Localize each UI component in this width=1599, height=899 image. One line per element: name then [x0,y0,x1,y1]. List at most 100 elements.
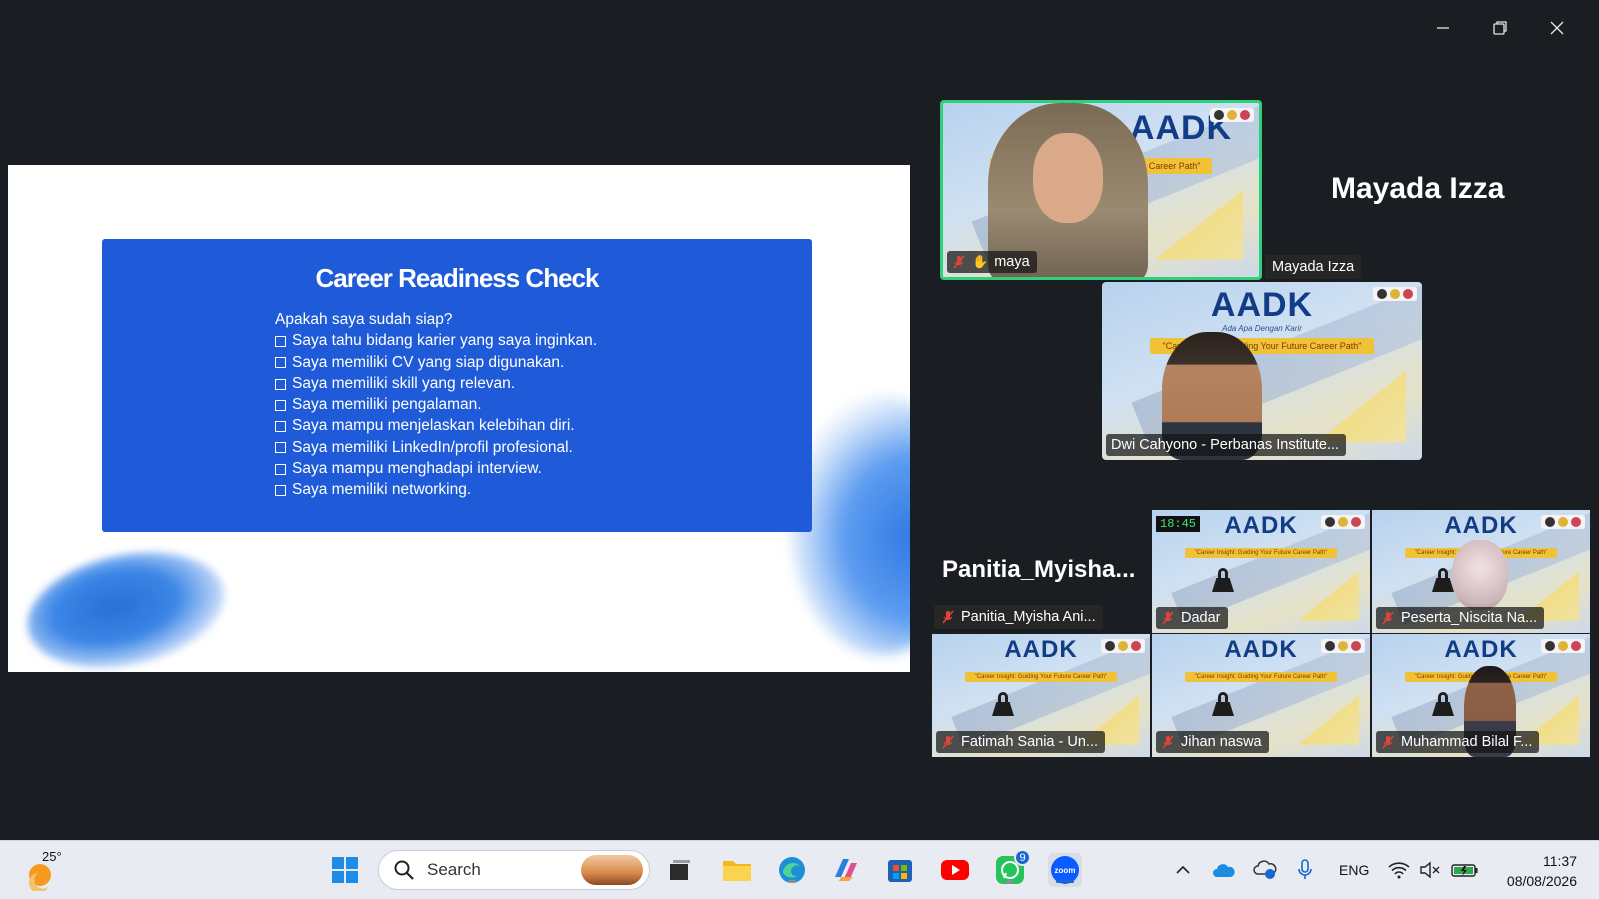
restore-button[interactable] [1471,14,1528,42]
onedrive-cloud-icon [1213,864,1235,877]
checklist-item-text: Saya mampu menghadapi interview. [292,460,542,478]
checklist-item: Saya memiliki skill yang relevan. [275,373,597,394]
volume-button[interactable] [1415,853,1445,887]
chevron-up-icon [1176,865,1190,874]
task-view-button[interactable] [663,853,697,887]
checklist-item: Saya tahu bidang karier yang saya ingink… [275,330,597,351]
checkbox-icon [275,463,286,475]
show-hidden-icons-button[interactable] [1170,853,1196,887]
minimize-button[interactable] [1414,14,1471,42]
mic-muted-icon [942,610,954,624]
participant-name: Jihan naswa [1181,734,1262,750]
shared-screen-slide: Career Readiness Check Apakah saya sudah… [8,165,910,672]
search-box[interactable]: Search [378,850,650,890]
aadk-subtitle: Ada Apa Dengan Karir [1222,324,1302,333]
participant-nametag: Fatimah Sania - Un... [936,731,1105,753]
clipboard-clip-icon [1432,692,1454,718]
sponsor-logos [1210,108,1254,122]
zoom-button[interactable]: zoom [1048,853,1082,887]
checklist-item-text: Saya memiliki LinkedIn/profil profesiona… [292,438,573,456]
checklist-item-text: Saya mampu menjelaskan kelebihan diri. [292,417,575,435]
store-icon [888,860,912,882]
checklist-item: Saya memiliki networking. [275,479,597,500]
volume-muted-icon [1420,861,1440,879]
video-tile-participant[interactable]: AADK "Career Insight: Guiding Your Futur… [932,634,1150,757]
microphone-button[interactable] [1290,853,1320,887]
mic-muted-icon [1382,611,1394,625]
timer-badge: 18:45 [1156,516,1201,532]
network-sync-button[interactable] [1250,853,1280,887]
system-clock[interactable]: 11:37 08/08/2026 [1507,851,1577,891]
edge-browser-button[interactable] [775,853,809,887]
checkbox-icon [275,399,286,411]
checklist-item-text: Saya memiliki pengalaman. [292,396,482,414]
video-tile-participant[interactable]: AADK "Career Insight: Guiding Your Futur… [1372,634,1590,757]
video-tile-participant[interactable]: AADK "Career Insight: Guiding Your Futur… [1152,510,1370,633]
language-indicator[interactable]: ENG [1339,862,1369,878]
participant-nametag[interactable]: Panitia_Myisha Ani... [934,605,1103,629]
search-label: Search [427,860,481,879]
active-speaker-big-name: Mayada Izza [1331,172,1505,205]
search-highlight-image [581,855,643,885]
whatsapp-button[interactable]: 9 [993,849,1031,887]
active-speaker-label: Mayada Izza [1265,255,1362,279]
checklist-question: Apakah saya sudah siap? [275,311,453,328]
mic-muted-icon [1382,735,1394,749]
participant-name: Muhammad Bilal F... [1401,734,1533,750]
checklist-item: Saya mampu menghadapi interview. [275,458,597,479]
youtube-button[interactable] [938,853,972,887]
onedrive-button[interactable] [1209,853,1239,887]
copilot-icon [835,859,857,881]
wifi-icon [1388,862,1410,879]
close-button[interactable] [1528,14,1585,42]
checklist-item: Saya memiliki CV yang siap digunakan. [275,352,597,373]
checkbox-icon [275,357,286,369]
video-tile-participant[interactable]: AADK "Career Insight: Guiding Your Futur… [1152,634,1370,757]
restore-icon [1492,21,1507,35]
start-button[interactable] [328,853,362,887]
slide-title: Career Readiness Check [315,263,600,293]
sponsor-logos [1321,515,1365,529]
microsoft-store-button[interactable] [883,853,917,887]
checklist-item: Saya memiliki LinkedIn/profil profesiona… [275,437,597,458]
checkbox-icon [275,442,286,454]
video-tile-speaker[interactable]: AADK Ada Apa Dengan Karir "Career Insigh… [1102,282,1422,460]
checklist-item-text: Saya tahu bidang karier yang saya ingink… [292,332,598,350]
zoom-label: zoom [1054,865,1076,875]
checklist-item: Saya mampu menjelaskan kelebihan diri. [275,415,597,436]
battery-charging-icon [1451,864,1478,877]
participant-name: Panitia_Myisha Ani... [961,609,1096,625]
participant-name: maya [994,254,1030,270]
cloud-sync-icon [1253,860,1277,879]
search-icon [394,860,414,880]
video-tile-participant[interactable]: AADK "Career Insight: Guiding Your Futur… [1372,510,1590,633]
copilot-button[interactable] [829,853,863,887]
event-banner: "Career Insight: Guiding Your Future Car… [1184,672,1338,682]
participant-name: Dadar [1181,610,1221,626]
mic-muted-icon [1162,735,1174,749]
sponsor-logos [1101,639,1145,653]
temperature: 25° [42,849,62,864]
clipboard-clip-icon [1212,568,1234,594]
video-tile-active-speaker[interactable]: AADK "Career Insight: Guiding Your Futur… [940,100,1262,280]
sponsor-logos [1541,515,1585,529]
participant-nametag: Dadar [1156,607,1228,629]
notification-badge: 9 [1014,849,1031,866]
checklist-item-text: Saya memiliki networking. [292,481,472,499]
battery-button[interactable] [1448,853,1482,887]
checklist-item-text: Saya memiliki CV yang siap digunakan. [292,353,565,371]
sponsor-logos [1373,287,1417,301]
participant-nametag: Muhammad Bilal F... [1376,731,1540,753]
active-indicator [1056,880,1074,883]
participant-nametag: Dwi Cahyono - Perbanas Institute... [1106,434,1347,456]
running-indicator [1006,880,1014,883]
wifi-button[interactable] [1384,853,1414,887]
participant-nametag: Jihan naswa [1156,731,1269,753]
checkbox-icon [275,335,286,347]
youtube-icon [941,860,969,880]
running-indicator [788,880,796,883]
participant-nametag: Peserta_Niscita Na... [1376,607,1545,629]
mic-muted-icon [942,735,954,749]
clipboard-clip-icon [1432,568,1454,594]
file-explorer-button[interactable] [720,853,754,887]
